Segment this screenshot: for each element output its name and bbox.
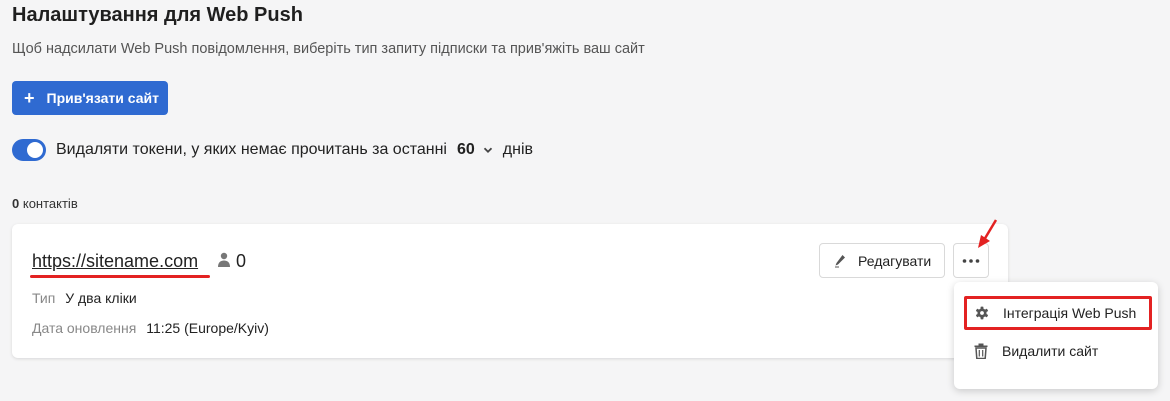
chevron-down-icon — [483, 147, 492, 153]
contacts-number: 0 — [12, 196, 20, 211]
menu-item-delete-site[interactable]: Видалити сайт — [964, 334, 1152, 368]
page-title: Налаштування для Web Push — [12, 4, 303, 26]
subscriber-count: 0 — [236, 251, 247, 271]
annotation-underline — [30, 275, 210, 278]
days-suffix: днів — [502, 141, 534, 158]
site-updated-label: Дата оновлення — [32, 320, 137, 336]
menu-item-label: Інтеграція Web Push — [1003, 305, 1137, 321]
site-type-value: У два кліки — [65, 290, 137, 306]
days-select[interactable]: 60 — [457, 141, 493, 159]
site-actions-menu: Інтеграція Web Push Видалити сайт — [954, 282, 1158, 389]
toggle-knob — [27, 142, 43, 158]
trash-icon — [974, 343, 988, 359]
contacts-label: контактів — [22, 196, 78, 211]
site-type-row: Тип У два кліки — [32, 290, 137, 306]
site-url-link[interactable]: https://sitename.com — [32, 251, 198, 272]
site-updated-value: 11:25 (Europe/Kyiv) — [146, 320, 269, 336]
edit-button[interactable]: Редагувати — [819, 243, 945, 278]
more-dots-icon — [962, 258, 980, 263]
pencil-icon — [835, 254, 845, 267]
plus-icon: + — [24, 88, 35, 108]
bind-site-label: Прив'язати сайт — [46, 90, 159, 106]
token-cleanup-toggle[interactable] — [12, 139, 46, 161]
edit-label: Редагувати — [858, 252, 932, 269]
menu-item-web-push-integration[interactable]: Інтеграція Web Push — [964, 296, 1152, 330]
token-cleanup-label: Видаляти токени, у яких немає прочитань … — [56, 141, 447, 158]
site-type-label: Тип — [32, 290, 56, 306]
site-card: https://sitename.com 0 Тип У два кліки Д… — [12, 224, 1008, 358]
page-subtitle: Щоб надсилати Web Push повідомлення, виб… — [12, 41, 645, 57]
days-value: 60 — [456, 141, 475, 158]
bind-site-button[interactable]: + Прив'язати сайт — [12, 81, 168, 115]
site-updated-row: Дата оновлення 11:25 (Europe/Kyiv) — [32, 320, 269, 336]
contacts-count: 0 контактів — [12, 196, 78, 211]
person-icon — [218, 252, 230, 267]
gear-icon — [975, 306, 989, 320]
annotation-arrow — [978, 219, 998, 248]
menu-item-label: Видалити сайт — [1002, 343, 1099, 359]
token-cleanup-setting: Видаляти токени, у яких немає прочитань … — [12, 138, 533, 162]
